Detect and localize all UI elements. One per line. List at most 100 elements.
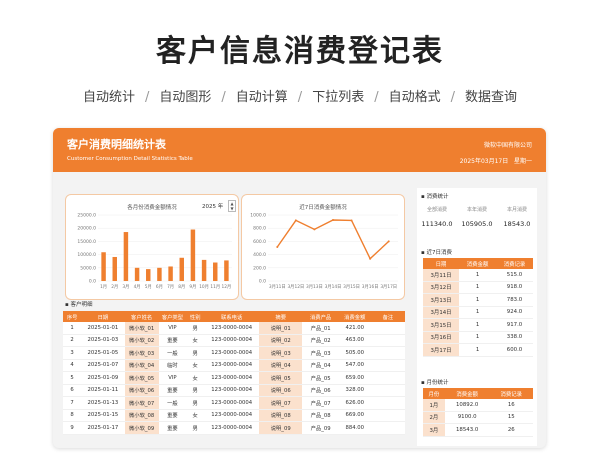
- table-cell: 产品_07: [302, 396, 339, 410]
- table-cell: 男: [186, 396, 205, 410]
- table-cell: [370, 371, 405, 385]
- detail-column-header: 备注: [370, 311, 405, 322]
- table-row[interactable]: 2月 9100.0 15: [423, 411, 533, 424]
- table-cell: 123-0000-0004: [204, 371, 260, 385]
- table-cell: 1: [459, 293, 497, 307]
- table-cell: [370, 384, 405, 397]
- table-cell: 2025-01-07: [81, 359, 125, 372]
- y-tick-label: 0.0: [89, 279, 96, 285]
- table-cell: 男: [186, 384, 205, 397]
- detail-column-header: 消费产品: [302, 311, 339, 322]
- table-cell: 说明_02: [259, 334, 303, 347]
- table-row[interactable]: 3月14日 1 924.0: [423, 306, 533, 319]
- table-row[interactable]: 3月13日 1 783.0: [423, 293, 533, 307]
- table-cell: 6: [63, 384, 82, 397]
- table-row[interactable]: 3月11日 1 515.0: [423, 269, 533, 282]
- table-cell: 1: [459, 318, 497, 332]
- table-row[interactable]: 3月16日 1 338.0: [423, 331, 533, 344]
- table-cell: 7: [63, 396, 82, 410]
- table-cell: 2025-01-03: [81, 334, 125, 347]
- bar: [179, 257, 184, 281]
- table-row[interactable]: 3月17日 1 600.0: [423, 343, 533, 357]
- table-cell: 3月11日: [423, 269, 460, 282]
- x-tick-label: 3月14日: [325, 284, 342, 290]
- table-cell: 2025-01-13: [81, 396, 125, 410]
- table-cell: 9100.0: [444, 411, 490, 424]
- table-cell: 微小软_01: [124, 322, 159, 335]
- table-row[interactable]: 1 2025-01-01 微小软_01 VIP 男 123-0000-0004 说明_01 产…: [63, 322, 405, 335]
- table-cell: 10892.0: [444, 399, 490, 412]
- detail-column-header: 性别: [186, 311, 205, 322]
- x-tick-label: 12月: [222, 284, 232, 290]
- feature-item: 自动计算: [235, 90, 288, 105]
- table-cell: 123-0000-0004: [204, 346, 260, 360]
- y-tick-label: 15000.0: [77, 239, 96, 245]
- table-cell: 8: [63, 409, 82, 422]
- y-tick-label: 5000.0: [80, 265, 96, 271]
- x-tick-label: 1月: [100, 284, 107, 290]
- y-tick-label: 25000.0: [77, 213, 96, 219]
- table-row[interactable]: 8 2025-01-15 微小软_08 重要女 123-0000-0004 说明_08 产品…: [63, 409, 405, 422]
- table-cell: 917.0: [496, 318, 533, 332]
- y-tick-label: 400.0: [253, 252, 266, 258]
- table-cell: 女: [186, 409, 205, 422]
- stat-label: 全部消费: [426, 207, 447, 213]
- table-cell: 463.00: [338, 334, 371, 347]
- table-cell: 123-0000-0004: [204, 384, 260, 397]
- table-row[interactable]: 3 2025-01-05 微小软_03 一般男 123-0000-0004 说明_03 产品…: [63, 346, 405, 360]
- table-cell: [370, 396, 405, 410]
- table-cell: 产品_08: [302, 409, 339, 422]
- table-cell: 重要: [158, 409, 187, 422]
- x-tick-label: 2月: [111, 284, 118, 290]
- table-cell: 924.0: [496, 306, 533, 319]
- table-cell: 说明_05: [259, 371, 303, 385]
- y-tick-label: 10000.0: [77, 252, 96, 258]
- table-cell: 微小软_02: [124, 334, 159, 347]
- table-cell: [370, 409, 405, 422]
- table-cell: 说明_07: [259, 396, 303, 410]
- table-row[interactable]: 3月 18543.0 26: [423, 423, 533, 437]
- table-cell: 说明_08: [259, 409, 303, 422]
- table-row[interactable]: 4 2025-01-07 微小软_04 临时女 123-0000-0004 说明_04 产品…: [63, 359, 405, 372]
- table-row[interactable]: 7 2025-01-13 微小软_07 一般男 123-0000-0004 说明_07 产品…: [63, 396, 405, 410]
- table-cell: 123-0000-0004: [204, 409, 260, 422]
- table-cell: 1: [459, 306, 497, 319]
- table-cell: 659.00: [338, 371, 371, 385]
- x-tick-label: 3月11日: [269, 284, 286, 290]
- table-cell: 26: [489, 423, 533, 437]
- bar: [112, 256, 117, 281]
- data-point: [387, 240, 390, 243]
- table-row[interactable]: 9 2025-01-17 微小软_09 重要男 123-0000-0004 说明_09 产品…: [63, 421, 405, 435]
- table-cell: 338.0: [496, 331, 533, 344]
- x-tick-label: 5月: [145, 284, 152, 290]
- table-row[interactable]: 3月12日 1 918.0: [423, 281, 533, 294]
- table-cell: 重要: [158, 334, 187, 347]
- table-cell: 1: [459, 343, 497, 357]
- sidebar: ▪ 消费统计 全部消费 111340.0 本年消费 105905.0 本月消费 18543…: [417, 188, 537, 446]
- table-row[interactable]: 1月 10892.0 16: [423, 399, 533, 412]
- table-cell: [370, 359, 405, 372]
- table-cell: 3月17日: [423, 343, 460, 357]
- detail-section-label: ▪ 客户明细: [65, 302, 93, 308]
- table-row[interactable]: 2 2025-01-03 微小软_02 重要女 123-0000-0004 说明_02 产品…: [63, 334, 405, 347]
- x-tick-label: 3月12日: [287, 284, 304, 290]
- bar: [168, 266, 173, 281]
- table-cell: 1: [459, 331, 497, 344]
- table-cell: 4: [63, 359, 82, 372]
- table-cell: 男: [186, 322, 205, 335]
- stat-value: 18543.0: [503, 220, 531, 228]
- table-cell: 说明_03: [259, 346, 303, 360]
- table-row[interactable]: 3月15日 1 917.0: [423, 318, 533, 332]
- table-cell: 女: [186, 359, 205, 372]
- table-cell: 产品_05: [302, 371, 339, 385]
- table-cell: 微小软_09: [124, 421, 159, 435]
- table-row[interactable]: 5 2025-01-09 微小软_05 VIP 女 123-0000-0004 说明_05 产…: [63, 371, 405, 385]
- detail-column-header: 消费金额: [338, 311, 371, 322]
- stat-label: 本月消费: [506, 207, 527, 213]
- table-cell: 产品_06: [302, 384, 339, 397]
- table-cell: 产品_01: [302, 322, 339, 335]
- table-row[interactable]: 6 2025-01-11 微小软_06 重要男 123-0000-0004 说明_06 产品…: [63, 384, 405, 397]
- x-tick-label: 3月17日: [380, 284, 397, 290]
- sheet-subtitle: Customer Consumption Detail Statistics T…: [67, 156, 193, 162]
- monthly-bar-chart: 0.0 5000.0 10000.0 15000.0 20000.0 25000.0 1月 2…: [77, 213, 232, 290]
